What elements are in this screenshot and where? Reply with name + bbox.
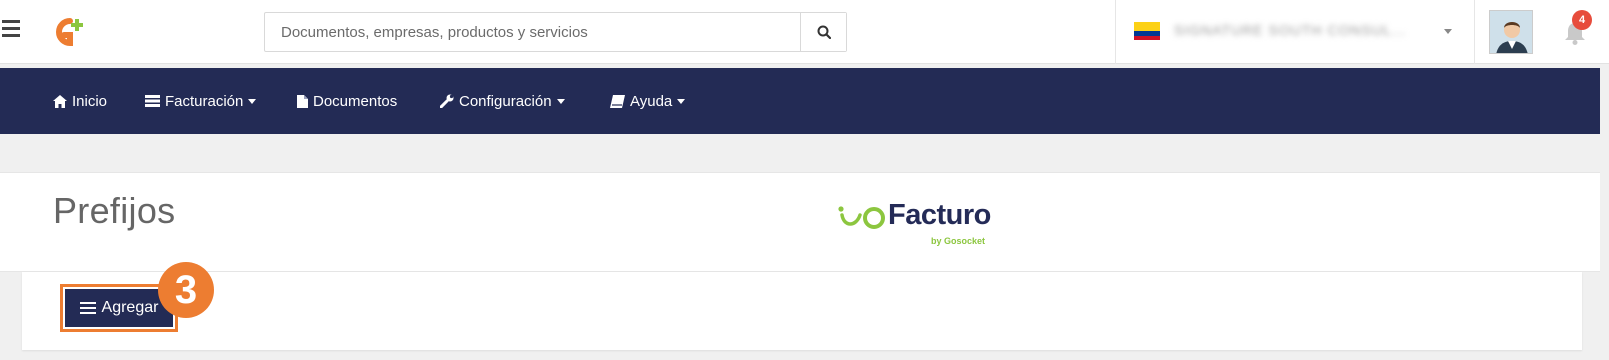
caret-down-icon: [556, 98, 565, 104]
add-button[interactable]: Agregar: [65, 289, 173, 327]
nav-label: Facturación: [165, 92, 244, 110]
search-input[interactable]: [265, 13, 801, 51]
nav-item-documentos[interactable]: Documentos: [297, 68, 397, 134]
company-name: SIGNATURE SOUTH CONSUL...: [1174, 22, 1407, 38]
search-box: [264, 12, 847, 52]
page-title: Prefijos: [53, 190, 176, 231]
colombia-flag-icon: [1134, 22, 1160, 40]
bars-icon: [79, 299, 96, 317]
list-icon: [145, 95, 160, 107]
avatar[interactable]: [1489, 10, 1533, 54]
facturo-mark-icon: [838, 206, 885, 229]
nav-label: Configuración: [459, 92, 552, 110]
nav-item-ayuda[interactable]: Ayuda: [610, 68, 686, 134]
step-number-badge: 3: [158, 262, 214, 318]
brand-subtitle: by Gosocket: [931, 236, 986, 246]
notification-count-badge: 4: [1572, 10, 1592, 30]
nav-label: Ayuda: [630, 92, 673, 110]
main-nav: Inicio Facturación Documentos Configurac…: [0, 68, 1600, 134]
brand-name: Facturo: [888, 199, 991, 231]
content-panel: Agregar: [22, 272, 1582, 350]
wrench-icon: [440, 94, 454, 108]
search-icon: [817, 25, 831, 39]
top-bar: SIGNATURE SOUTH CONSUL... 4: [0, 0, 1609, 64]
menu-icon[interactable]: [2, 20, 22, 40]
company-selector[interactable]: SIGNATURE SOUTH CONSUL...: [1115, 0, 1475, 64]
nav-item-facturacion[interactable]: Facturación: [145, 68, 257, 134]
document-icon: [297, 94, 308, 108]
nav-item-configuracion[interactable]: Configuración: [440, 68, 565, 134]
app-logo[interactable]: [48, 15, 88, 49]
chevron-down-icon: [1444, 29, 1452, 34]
book-icon: [610, 94, 625, 108]
add-button-label: Agregar: [101, 299, 159, 316]
nav-item-inicio[interactable]: Inicio: [53, 68, 107, 134]
home-icon: [53, 94, 67, 108]
search-button[interactable]: [800, 13, 846, 51]
caret-down-icon: [248, 98, 257, 104]
facturo-logo: Facturo by Gosocket: [838, 199, 998, 251]
caret-down-icon: [677, 98, 686, 104]
nav-label: Documentos: [313, 92, 398, 110]
nav-label: Inicio: [72, 92, 108, 110]
page-header: Prefijos Facturo by Gosocket: [0, 172, 1600, 272]
